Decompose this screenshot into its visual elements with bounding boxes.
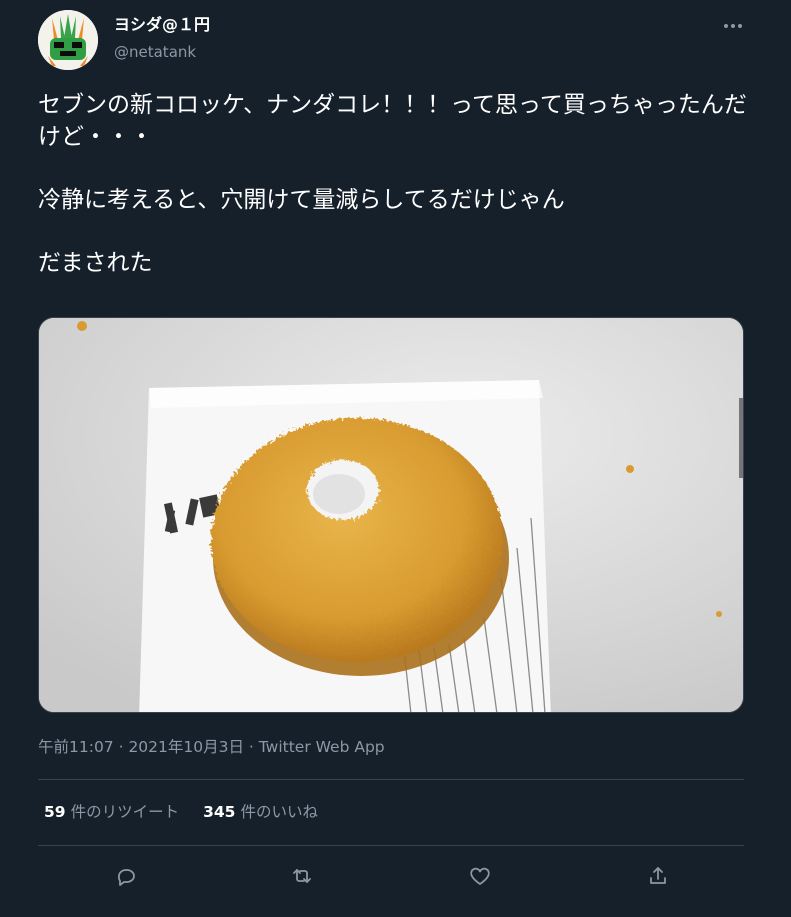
user-handle[interactable]: @netatank (114, 41, 196, 63)
tweet-timestamp[interactable]: 午前11:07 · 2021年10月3日 · Twitter Web App (38, 736, 385, 758)
divider (38, 845, 744, 846)
retweet-count: 59 (44, 803, 66, 821)
croquette-photo (39, 318, 743, 712)
tweet-actions (38, 858, 744, 894)
divider (38, 779, 744, 780)
retweet-stat[interactable]: 59 件のリツイート (44, 800, 179, 824)
retweet-icon[interactable] (284, 858, 320, 894)
share-icon[interactable] (640, 858, 676, 894)
tweet-stats: 59 件のリツイート 345 件のいいね (44, 800, 318, 824)
tweet-photo[interactable] (38, 317, 744, 713)
like-label: 件のいいね (240, 803, 318, 821)
reply-icon[interactable] (108, 858, 144, 894)
avatar-logo-icon (38, 10, 98, 70)
like-stat[interactable]: 345 件のいいね (203, 800, 318, 824)
like-icon[interactable] (462, 858, 498, 894)
like-count: 345 (203, 803, 236, 821)
avatar[interactable] (38, 10, 98, 70)
display-name[interactable]: ヨシダ@１円 (114, 14, 210, 36)
retweet-label: 件のリツイート (70, 803, 180, 821)
tweet-text: セブンの新コロッケ、ナンダコレ！！！って思って買っちゃったんだけど・・・ 冷静に… (38, 92, 747, 276)
more-options-icon[interactable] (716, 14, 750, 38)
